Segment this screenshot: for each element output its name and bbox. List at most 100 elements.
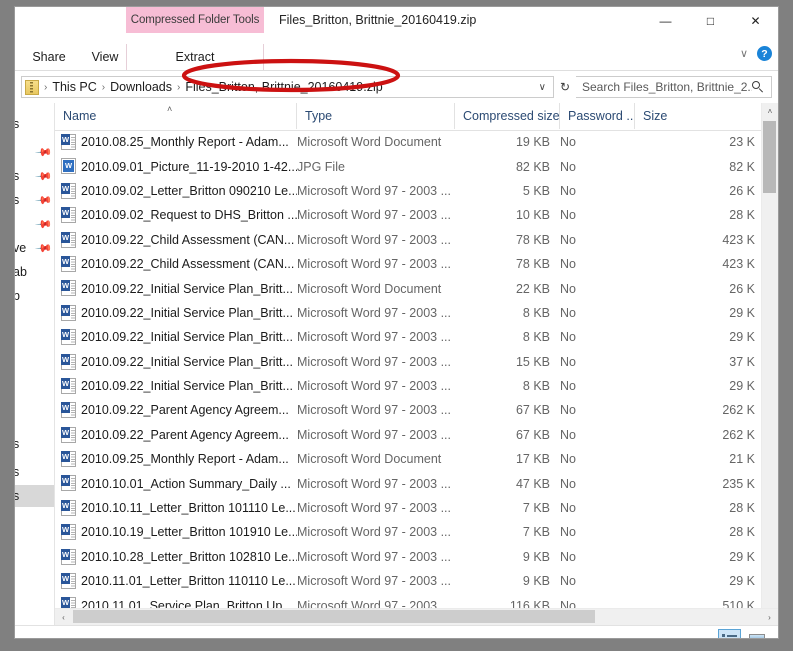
pin-icon[interactable]: 📌	[34, 144, 52, 162]
file-row[interactable]: 2010.10.01_Action Summary_Daily ... Micro…	[55, 471, 778, 495]
scroll-left-button[interactable]: ‹	[55, 609, 72, 625]
column-header-password[interactable]: Password ...	[560, 103, 635, 129]
file-row[interactable]: 2010.09.22_Initial Service Plan_Britt...…	[55, 325, 778, 349]
nav-pane-item-label: s	[15, 437, 19, 451]
nav-pane-item[interactable]: 📌	[15, 213, 54, 235]
column-header-row: ˄ Name Type Compressed size Password ... Size	[55, 103, 778, 131]
minimize-button[interactable]: —	[643, 7, 688, 35]
nav-pane-item[interactable]: s	[15, 485, 54, 507]
file-type-cell: Microsoft Word Document	[297, 452, 442, 467]
file-compressed-size-cell: 9 KB	[522, 549, 550, 564]
file-rows: 2010.08.25_Monthly Report - Adam... Micro…	[55, 130, 778, 625]
file-password-cell: No	[560, 135, 576, 150]
tab-view[interactable]: View	[81, 44, 129, 70]
file-compressed-size-cell: 10 KB	[515, 208, 550, 223]
close-button[interactable]: ✕	[733, 7, 778, 35]
column-header-name[interactable]: Name	[55, 103, 297, 129]
horizontal-scrollbar-thumb[interactable]	[73, 610, 595, 623]
maximize-button[interactable]: □	[688, 7, 733, 35]
file-explorer-window: Compressed Folder Tools Files_Britton, B…	[14, 6, 779, 639]
nav-pane-item[interactable]: 📌	[15, 141, 54, 163]
file-type-cell: Microsoft Word 97 - 2003 ...	[297, 403, 451, 418]
file-size-cell: 29 K	[729, 549, 755, 564]
horizontal-scrollbar[interactable]: ‹ ›	[55, 608, 778, 625]
file-size-cell: 29 K	[729, 305, 755, 320]
refresh-button[interactable]: ↻	[554, 77, 576, 97]
file-type-cell: Microsoft Word 97 - 2003 ...	[297, 208, 451, 223]
nav-pane-item[interactable]: s📌	[15, 189, 54, 211]
breadcrumb-this-pc[interactable]: This PC	[50, 80, 98, 94]
file-name-cell: 2010.09.22_Initial Service Plan_Britt...	[81, 281, 293, 296]
file-row[interactable]: 2010.10.11_Letter_Britton 101110 Le...Mi…	[55, 496, 778, 520]
file-row[interactable]: 2010.09.22_Initial Service Plan_Britt...…	[55, 350, 778, 374]
file-row[interactable]: 2010.09.22_Initial Service Plan_Britt...…	[55, 276, 778, 300]
file-row[interactable]: 2010.09.22_Initial Service Plan_Britt...…	[55, 301, 778, 325]
file-size-cell: 28 K	[729, 208, 755, 223]
nav-pane-item[interactable]	[15, 309, 54, 331]
file-row[interactable]: 2010.09.25_Monthly Report - Adam... Micro…	[55, 447, 778, 471]
file-password-cell: No	[560, 574, 576, 589]
breadcrumb-current-zip[interactable]: Files_Britton, Brittnie_20160419.zip	[183, 80, 384, 94]
nav-pane-item[interactable]: ab	[15, 261, 54, 283]
file-list-area: ˄ Name Type Compressed size Password ... Size…	[55, 103, 778, 625]
file-compressed-size-cell: 17 KB	[515, 452, 550, 467]
file-row[interactable]: 2010.09.22_Child Assessment (CAN...Micro…	[55, 228, 778, 252]
file-size-cell: 28 K	[729, 525, 755, 540]
file-row[interactable]: 2010.09.02_Request to DHS_Britton ...Mic…	[55, 203, 778, 227]
file-row[interactable]: 2010.10.28_Letter_Britton 102810 Le...Mi…	[55, 545, 778, 569]
details-view-button[interactable]	[718, 629, 741, 638]
vertical-scrollbar-thumb[interactable]	[763, 121, 776, 193]
scroll-up-button[interactable]: ˄	[762, 103, 778, 120]
search-placeholder: Search Files_Britton, Brittnie_2...	[582, 80, 752, 94]
ribbon-tab-strip: Share View Extract ∨ ?	[15, 44, 778, 71]
column-header-size[interactable]: Size	[635, 103, 765, 129]
file-row[interactable]: 2010.10.19_Letter_Britton 101910 Le...Mi…	[55, 520, 778, 544]
vertical-scrollbar[interactable]: ˄ ˅	[761, 103, 778, 625]
file-row[interactable]: 2010.09.02_Letter_Britton 090210 Le...Mi…	[55, 179, 778, 203]
column-header-label: Name	[63, 109, 97, 123]
nav-pane-item[interactable]: s	[15, 433, 54, 455]
file-name-cell: 2010.09.25_Monthly Report - Adam...	[81, 452, 289, 467]
file-name-cell: 2010.08.25_Monthly Report - Adam...	[81, 135, 289, 150]
explorer-body: s📌s📌s📌📌ve📌abbsss ˄NameTypeCompressed siz…	[15, 103, 778, 625]
file-type-cell: Microsoft Word 97 - 2003 ...	[297, 183, 451, 198]
file-row[interactable]: 2010.09.22_Child Assessment (CAN...Micro…	[55, 252, 778, 276]
file-row[interactable]: 2010.08.25_Monthly Report - Adam... Micro…	[55, 130, 778, 154]
file-name-cell: 2010.10.28_Letter_Britton 102810 Le...	[81, 549, 297, 564]
column-header-type[interactable]: Type	[297, 103, 455, 129]
file-password-cell: No	[560, 159, 576, 174]
column-header-compressed-size[interactable]: Compressed size	[455, 103, 560, 129]
tab-extract[interactable]: Extract	[126, 44, 264, 70]
pin-icon[interactable]: 📌	[34, 192, 52, 210]
nav-pane-item[interactable]: s	[15, 113, 54, 135]
details-view-icon	[722, 634, 737, 638]
tab-share[interactable]: Share	[23, 44, 75, 70]
nav-pane-item[interactable]: s	[15, 461, 54, 483]
file-size-cell: 235 K	[722, 476, 755, 491]
file-row[interactable]: 2010.09.22_Parent Agency Agreem... Micros…	[55, 423, 778, 447]
file-row[interactable]: 2010.09.22_Parent Agency Agreem... Micros…	[55, 398, 778, 422]
file-type-cell: Microsoft Word 97 - 2003 ...	[297, 354, 451, 369]
large-icons-view-button[interactable]	[745, 629, 768, 638]
pin-icon[interactable]: 📌	[34, 216, 52, 234]
file-compressed-size-cell: 67 KB	[515, 403, 550, 418]
scroll-right-button[interactable]: ›	[761, 609, 778, 625]
chevron-down-icon[interactable]: ∨	[740, 47, 748, 60]
help-icon[interactable]: ?	[757, 46, 772, 61]
search-icon	[752, 80, 765, 94]
file-name-cell: 2010.09.02_Request to DHS_Britton ...	[81, 208, 297, 223]
nav-pane-item[interactable]: ve 📌	[15, 237, 54, 259]
nav-pane-item[interactable]: s📌	[15, 165, 54, 187]
search-input[interactable]: Search Files_Britton, Brittnie_2...	[576, 76, 772, 98]
file-size-cell: 29 K	[729, 379, 755, 394]
pin-icon[interactable]: 📌	[34, 168, 52, 186]
file-row[interactable]: 2010.11.01_Letter_Britton 110110 Le...Mi…	[55, 569, 778, 593]
breadcrumb-downloads[interactable]: Downloads	[108, 80, 174, 94]
address-bar[interactable]: › This PC › Downloads › Files_Britton, B…	[21, 76, 554, 98]
pin-icon[interactable]: 📌	[34, 240, 52, 258]
address-dropdown-icon[interactable]: ∨	[532, 82, 553, 93]
file-name-cell: 2010.10.11_Letter_Britton 101110 Le...	[81, 501, 296, 516]
file-row[interactable]: 2010.09.22_Initial Service Plan_Britt...…	[55, 374, 778, 398]
file-row[interactable]: 2010.09.01_Picture_11-19-2010 1-42...JPG…	[55, 154, 778, 178]
nav-pane-item[interactable]: b	[15, 285, 54, 307]
